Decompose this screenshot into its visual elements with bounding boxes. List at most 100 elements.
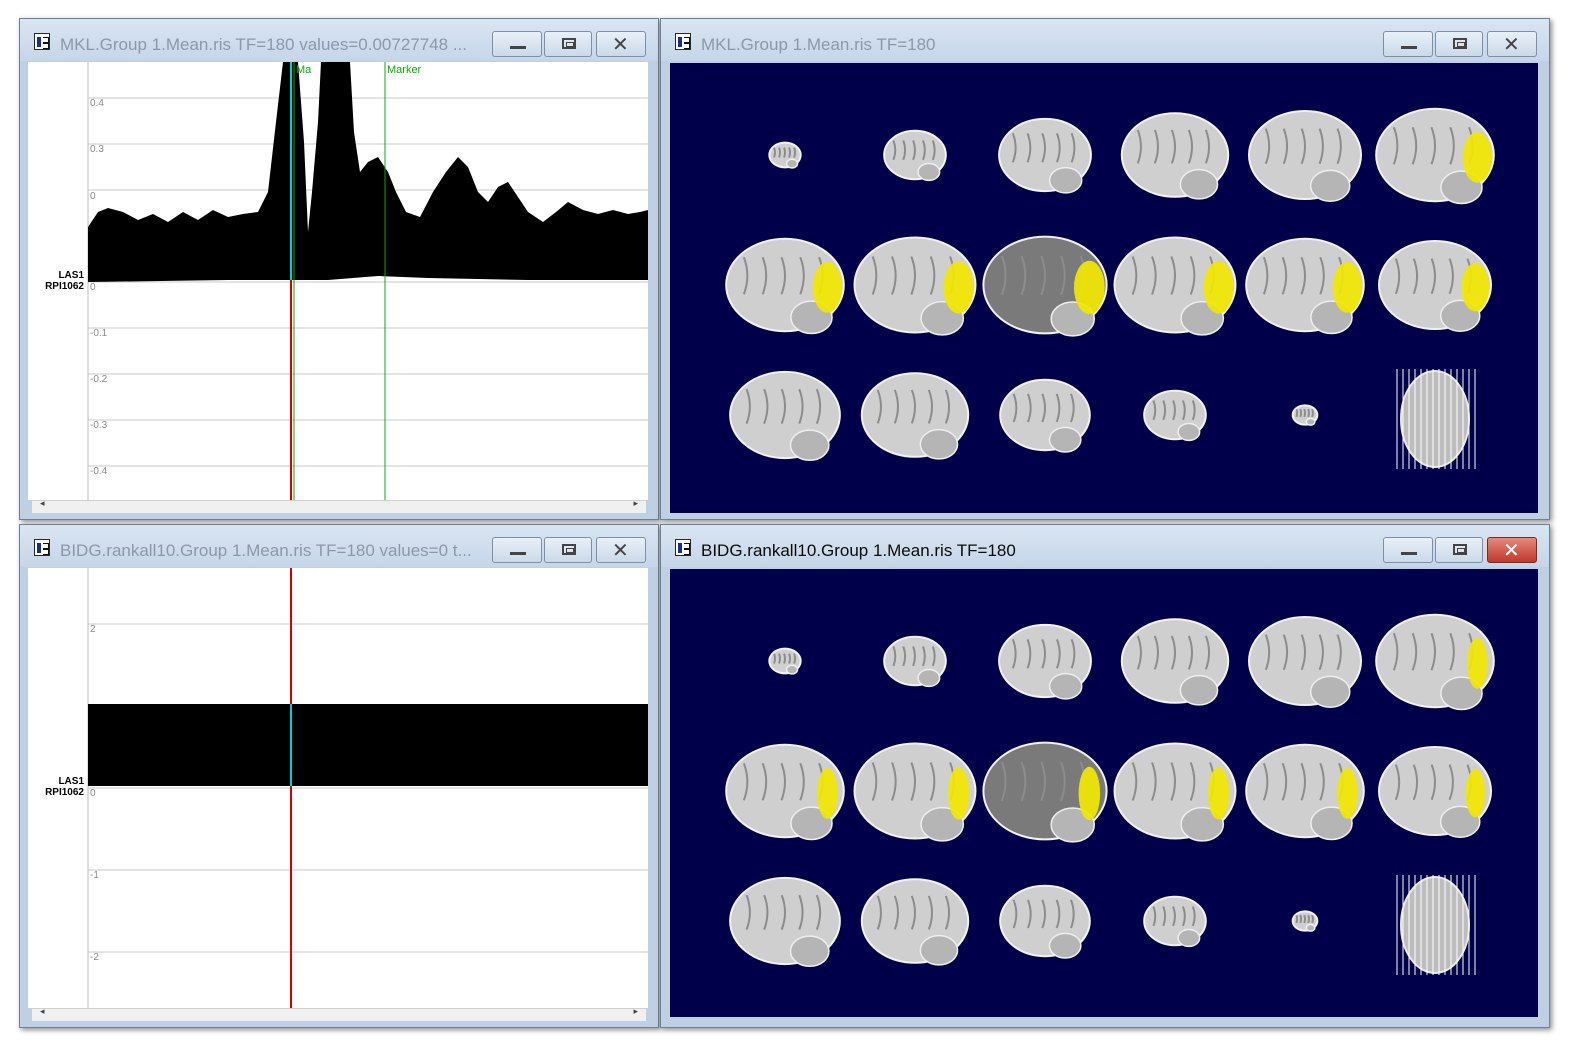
- window-mkl-brain[interactable]: MKL.Group 1.Mean.ris TF=180 ✕: [660, 18, 1550, 520]
- scroll-left-icon[interactable]: ◂: [40, 499, 45, 509]
- brain-slice: [998, 117, 1092, 194]
- maximize-button[interactable]: [1435, 537, 1483, 563]
- titlebar[interactable]: BIDG.rankall10.Group 1.Mean.ris TF=180 v…: [20, 525, 658, 567]
- marker-label[interactable]: Ma: [296, 64, 312, 76]
- brain-slice: [853, 742, 977, 842]
- brain-slices[interactable]: [670, 63, 1538, 513]
- close-icon: ✕: [612, 538, 629, 562]
- titlebar[interactable]: BIDG.rankall10.Group 1.Mean.ris TF=180 ✕: [661, 525, 1549, 567]
- brain-slice: [1248, 110, 1362, 202]
- close-button[interactable]: ✕: [1487, 537, 1537, 563]
- brain-slice: [998, 623, 1092, 700]
- brain-slices-view[interactable]: [670, 63, 1538, 513]
- brain-slice: [982, 741, 1108, 843]
- brain-slice: [725, 743, 845, 841]
- scroll-right-icon[interactable]: ▸: [633, 1007, 638, 1017]
- window-bidg-traces[interactable]: BIDG.rankall10.Group 1.Mean.ris TF=180 v…: [19, 524, 659, 1028]
- tick-label: 0.4: [90, 98, 104, 109]
- minimize-button[interactable]: [492, 31, 542, 57]
- maximize-icon: [562, 544, 576, 555]
- brain-slice: [768, 141, 802, 169]
- scroll-left-icon[interactable]: ◂: [40, 1007, 45, 1017]
- minimize-button[interactable]: [492, 537, 542, 563]
- brain-slice: [1245, 237, 1365, 335]
- channel-top-label: LAS1: [58, 776, 84, 787]
- eeg-trace-view[interactable]: 0.4 0.3 0 0 -0.1 -0.2 -0.3 -0.4 Ma Marke…: [28, 62, 648, 500]
- horizontal-scrollbar[interactable]: ◂ ▸: [32, 499, 646, 513]
- channel-bottom-label: RPI1062: [45, 787, 84, 798]
- brain-slice: [1378, 240, 1492, 332]
- brain-slice: [1120, 618, 1230, 706]
- titlebar[interactable]: MKL.Group 1.Mean.ris TF=180 ✕: [661, 19, 1549, 61]
- horizontal-scrollbar[interactable]: ◂ ▸: [32, 1007, 646, 1021]
- channel-top-label: LAS1: [58, 270, 84, 281]
- maximize-icon: [1453, 38, 1467, 49]
- minimize-button[interactable]: [1383, 537, 1433, 563]
- minimize-button[interactable]: [1383, 31, 1433, 57]
- window-title: BIDG.rankall10.Group 1.Mean.ris TF=180: [701, 541, 1016, 560]
- cartool-icon: [34, 539, 50, 556]
- maximize-button[interactable]: [1435, 31, 1483, 57]
- brain-slice: [1143, 389, 1207, 442]
- scroll-right-icon[interactable]: ▸: [633, 499, 638, 509]
- brain-slice: [1375, 107, 1495, 205]
- brain-slice: [999, 378, 1091, 453]
- tick-label: 0: [90, 282, 96, 293]
- tick-label: 2: [90, 624, 96, 635]
- tick-label: -0.3: [90, 420, 108, 431]
- cartool-icon: [34, 33, 50, 50]
- window-title: MKL.Group 1.Mean.ris TF=180: [701, 35, 936, 54]
- brain-slice: [1378, 746, 1492, 838]
- close-button[interactable]: ✕: [1487, 31, 1537, 57]
- close-icon: ✕: [1503, 32, 1520, 56]
- maximize-button[interactable]: [544, 31, 592, 57]
- minimize-icon: [510, 46, 526, 49]
- titlebar[interactable]: MKL.Group 1.Mean.ris TF=180 values=0.007…: [20, 19, 658, 61]
- window-mkl-traces[interactable]: MKL.Group 1.Mean.ris TF=180 values=0.007…: [19, 18, 659, 520]
- brain-slice: [725, 237, 845, 335]
- close-button[interactable]: ✕: [596, 31, 646, 57]
- brain-slice: [768, 647, 802, 675]
- minimize-icon: [1401, 552, 1417, 555]
- brain-slice: [1143, 895, 1207, 948]
- close-button[interactable]: ✕: [596, 537, 646, 563]
- tick-label: 0.3: [90, 144, 104, 155]
- close-icon: ✕: [1503, 538, 1520, 562]
- cartool-icon: [675, 33, 691, 50]
- brain-slices-view[interactable]: [670, 569, 1538, 1017]
- brain-slice: [1113, 236, 1237, 336]
- window-title: BIDG.rankall10.Group 1.Mean.ris TF=180 v…: [60, 541, 472, 560]
- maximize-icon: [562, 38, 576, 49]
- brain-slice: [853, 236, 977, 336]
- brain-slice: [1113, 742, 1237, 842]
- window-title: MKL.Group 1.Mean.ris TF=180 values=0.007…: [60, 35, 467, 54]
- brain-slice: [1291, 404, 1319, 426]
- brain-slices[interactable]: [670, 569, 1538, 1017]
- brain-slice: [860, 878, 970, 966]
- brain-slice: [860, 372, 970, 460]
- tick-label: -0.1: [90, 328, 108, 339]
- tick-label: -1: [90, 870, 99, 881]
- brain-slice: [1375, 613, 1495, 711]
- marker-label[interactable]: Marker: [387, 64, 422, 76]
- brain-slice: [883, 635, 947, 688]
- maximize-button[interactable]: [544, 537, 592, 563]
- eeg-trace-view[interactable]: 2 0 -1 -2 LAS1 RPI1062: [28, 568, 648, 1008]
- flat-trace-band: [88, 704, 648, 786]
- tick-label: 0: [90, 191, 96, 202]
- channel-labels: LAS1 RPI1062: [32, 270, 84, 292]
- brain-slice: [999, 884, 1091, 959]
- tick-label: -2: [90, 952, 99, 963]
- tick-label: 0: [90, 788, 96, 799]
- trace-plot[interactable]: 0.4 0.3 0 0 -0.1 -0.2 -0.3 -0.4 Ma Marke…: [28, 62, 648, 500]
- butterfly-traces: [88, 62, 648, 282]
- brain-slice: [729, 876, 841, 968]
- tick-label: -0.2: [90, 374, 108, 385]
- tick-label: -0.4: [90, 466, 108, 477]
- cartool-icon: [675, 539, 691, 556]
- brain-slice: [1245, 743, 1365, 841]
- brain-slice: [1396, 875, 1476, 975]
- close-icon: ✕: [612, 32, 629, 56]
- trace-plot[interactable]: 2 0 -1 -2: [28, 568, 648, 1008]
- window-bidg-brain[interactable]: BIDG.rankall10.Group 1.Mean.ris TF=180 ✕: [660, 524, 1550, 1028]
